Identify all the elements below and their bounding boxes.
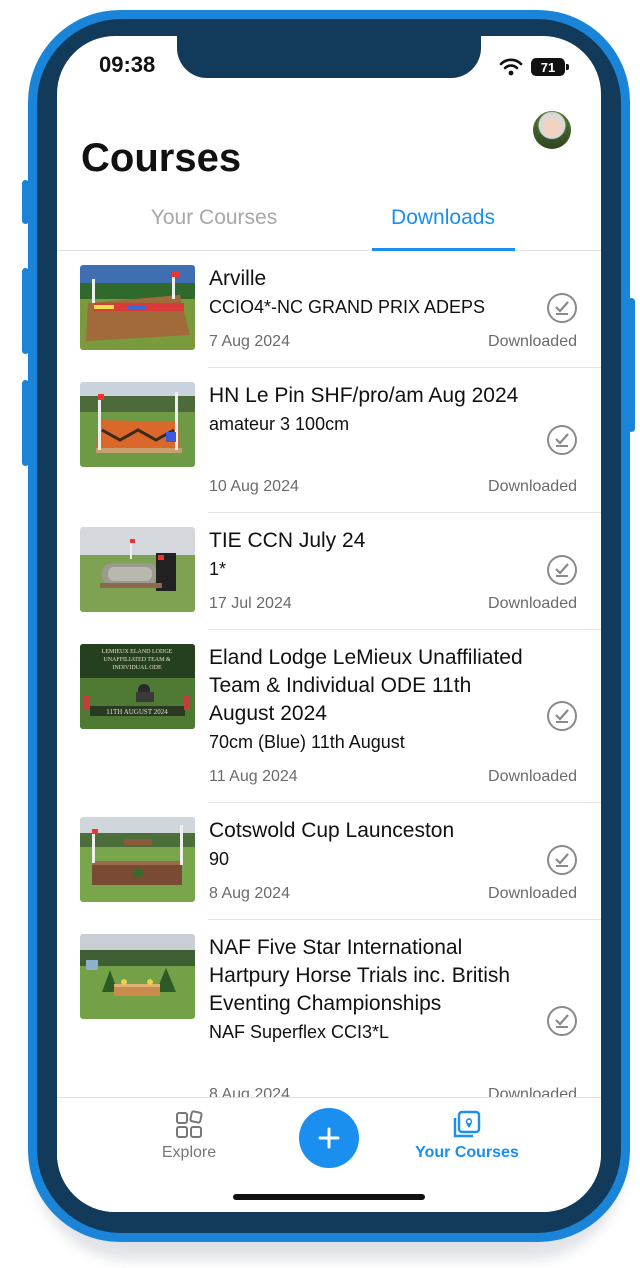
download-status: Downloaded [488,478,577,495]
download-status: Downloaded [488,885,577,902]
course-row[interactable]: Arville CCIO4*-NC GRAND PRIX ADEPS 7 Aug… [57,251,601,368]
course-thumbnail: LEMIEUX ELAND LODGE UNAFFILIATED TEAM & … [80,644,195,729]
course-title: Cotswold Cup Launceston [209,819,455,842]
thumbnail-banner-line-4: 11TH AUGUST 2024 [106,708,168,716]
download-status: Downloaded [488,1086,577,1097]
notch [177,36,481,78]
course-class: 90 [209,849,230,869]
course-row[interactable]: Cotswold Cup Launceston 90 8 Aug 2024 Do… [57,803,601,920]
volume-up-button [22,268,29,354]
downloads-list: Arville CCIO4*-NC GRAND PRIX ADEPS 7 Aug… [57,251,601,1097]
course-class: NAF Superflex CCI3*L [209,1022,390,1042]
status-icons: 71 [499,58,569,76]
download-status: Downloaded [488,768,577,785]
downloaded-check-icon [547,1006,577,1036]
add-course-button[interactable] [299,1108,359,1168]
course-class: CCIO4*-NC GRAND PRIX ADEPS [209,297,486,317]
course-thumbnail [80,527,195,612]
plus-icon [318,1127,340,1149]
grid-icon [176,1110,203,1138]
thumbnail-banner-line-3: INDIVIDUAL ODE [112,665,162,671]
tab-explore[interactable]: Explore [139,1110,239,1162]
download-status: Downloaded [488,595,577,612]
course-info: Arville CCIO4*-NC GRAND PRIX ADEPS [209,265,534,321]
course-info: HN Le Pin SHF/pro/am Aug 2024 amateur 3 … [209,382,534,438]
page-title: Courses [81,136,242,180]
thumbnail-banner-line-2: UNAFFILIATED TEAM & [103,657,171,663]
course-row[interactable]: HN Le Pin SHF/pro/am Aug 2024 amateur 3 … [57,368,601,513]
downloaded-check-icon [547,425,577,455]
tab-your-courses-label: Your Courses [415,1144,519,1161]
course-row[interactable]: LEMIEUX ELAND LODGE UNAFFILIATED TEAM & … [57,630,601,803]
downloaded-check-icon [547,555,577,585]
course-row[interactable]: TIE CCN July 24 1* 17 Jul 2024 Downloade… [57,513,601,630]
course-date: 11 Aug 2024 [209,768,298,785]
downloaded-check-icon [547,293,577,323]
course-date: 7 Aug 2024 [209,333,290,350]
course-date: 8 Aug 2024 [209,885,290,902]
course-info: Cotswold Cup Launceston 90 [209,817,534,873]
course-info: TIE CCN July 24 1* [209,527,534,583]
bottom-tab-bar: Explore Your Courses [57,1097,601,1212]
course-class: amateur 3 100cm [209,414,350,434]
power-button [628,298,635,432]
battery-level: 71 [540,59,556,75]
download-status: Downloaded [488,333,577,350]
status-time: 09:38 [99,52,156,77]
tab-your-courses[interactable]: Your Courses [114,206,314,230]
battery-icon: 71 [531,58,569,76]
course-date: 8 Aug 2024 [209,1086,290,1097]
course-thumbnail [80,265,195,350]
downloaded-check-icon [547,845,577,875]
course-info: Eland Lodge LeMieux Unaffiliated Team & … [209,644,534,756]
course-title: HN Le Pin SHF/pro/am Aug 2024 [209,384,519,407]
course-row[interactable]: NAF Five Star International Hartpury Hor… [57,920,601,1097]
course-title: NAF Five Star International Hartpury Hor… [209,936,511,1015]
course-info: NAF Five Star International Hartpury Hor… [209,934,534,1046]
thumbnail-banner-line-1: LEMIEUX ELAND LODGE [102,649,173,655]
course-thumbnail [80,817,195,902]
tab-downloads[interactable]: Downloads [343,206,543,230]
map-pin-icon [453,1110,481,1138]
course-title: Eland Lodge LeMieux Unaffiliated Team & … [209,646,523,725]
course-title: TIE CCN July 24 [209,529,366,552]
app-screen: 09:38 71 Courses Your Courses Downloads [57,36,601,1212]
mute-switch [22,180,29,224]
course-class: 70cm (Blue) 11th August [209,732,405,752]
course-date: 17 Jul 2024 [209,595,292,612]
course-thumbnail [80,934,195,1019]
course-date: 10 Aug 2024 [209,478,299,495]
profile-avatar[interactable] [533,111,571,149]
home-indicator [233,1194,425,1200]
volume-down-button [22,380,29,466]
course-class: 1* [209,559,227,579]
tab-explore-label: Explore [161,1144,217,1161]
course-thumbnail [80,382,195,467]
downloaded-check-icon [547,701,577,731]
course-tabs: Your Courses Downloads [57,196,601,251]
course-title: Arville [209,267,267,290]
tab-your-courses-nav[interactable]: Your Courses [407,1110,527,1162]
wifi-icon [499,58,523,76]
